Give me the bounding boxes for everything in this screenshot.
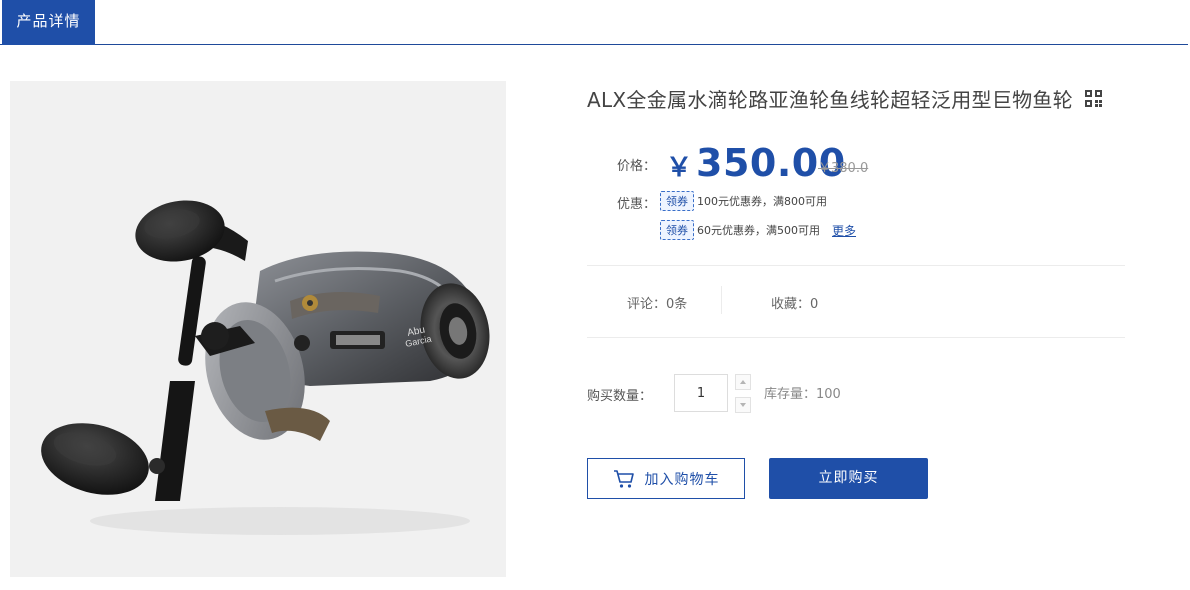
shopping-cart-icon [613, 469, 634, 488]
buy-now-button[interactable]: 立即购买 [769, 458, 928, 499]
promotion-label: 优惠： [617, 197, 657, 212]
tab-bar: 产品详情 [0, 0, 1188, 45]
product-image: Abu Garcia [10, 81, 506, 577]
coupon-item: 领券 60元优惠券，满500可用 更多 [660, 220, 856, 240]
claim-coupon-button[interactable]: 领券 [660, 220, 694, 240]
product-title-row: ALX全金属水滴轮路亚渔轮鱼线轮超轻泛用型巨物鱼轮 [587, 84, 1103, 112]
caret-up-icon [740, 380, 746, 384]
coupon-text: 100元优惠券，满800可用 [697, 195, 827, 208]
divider [587, 337, 1125, 338]
currency-symbol: ￥ [666, 153, 693, 183]
qr-code-icon[interactable] [1085, 89, 1103, 107]
more-coupons-link[interactable]: 更多 [832, 222, 856, 239]
quantity-increase-button[interactable] [735, 374, 751, 390]
stock-count: 库存量：100 [764, 387, 841, 402]
caret-down-icon [740, 403, 746, 407]
divider [587, 265, 1125, 266]
quantity-input[interactable] [674, 374, 728, 412]
add-to-cart-button[interactable]: 加入购物车 [587, 458, 745, 499]
quantity-label: 购买数量： [587, 389, 653, 404]
stats-separator [721, 286, 722, 314]
product-title: ALX全金属水滴轮路亚渔轮鱼线轮超轻泛用型巨物鱼轮 [587, 87, 1074, 112]
add-to-cart-label: 加入购物车 [644, 471, 720, 488]
tab-product-details[interactable]: 产品详情 [2, 0, 95, 45]
comment-count[interactable]: 评论：0条 [627, 293, 687, 312]
fishing-reel-illustration: Abu Garcia [10, 81, 506, 577]
price-label: 价格： [617, 159, 657, 174]
quantity-decrease-button[interactable] [735, 397, 751, 413]
coupon-item: 领券 100元优惠券，满800可用 [660, 191, 827, 211]
coupon-text: 60元优惠券，满500可用 [697, 224, 820, 237]
claim-coupon-button[interactable]: 领券 [660, 191, 694, 211]
favorite-count[interactable]: 收藏：0 [771, 293, 818, 312]
original-price: ￥380.0 [818, 161, 869, 176]
